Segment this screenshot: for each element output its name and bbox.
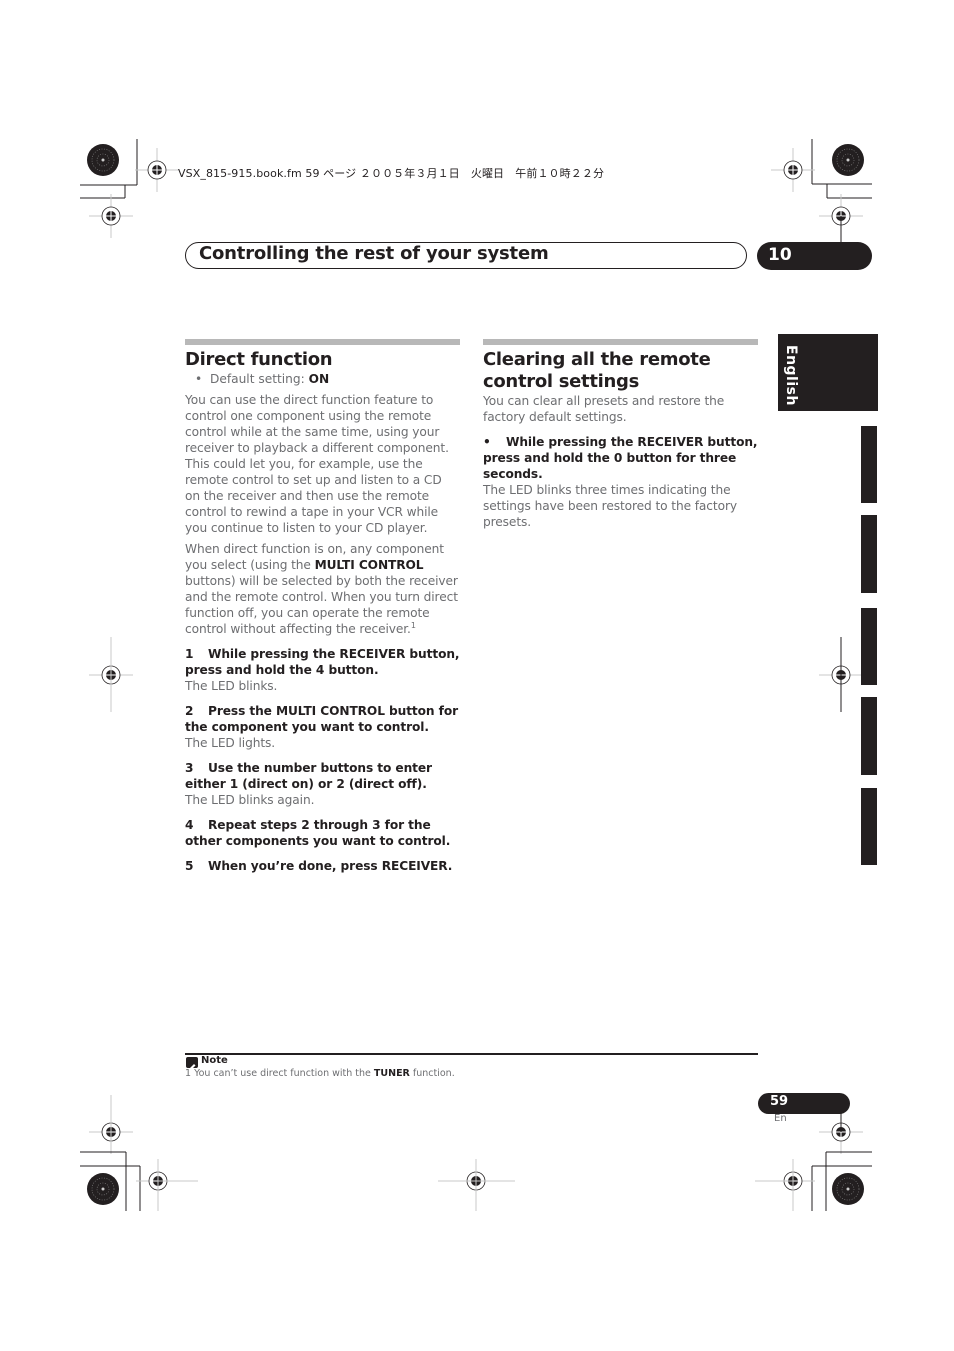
starburst-mark-bottom-left	[86, 1172, 120, 1206]
footnote-text: function.	[409, 1068, 455, 1079]
thumb-tab	[861, 788, 877, 865]
starburst-mark-bottom-right	[831, 1172, 865, 1206]
footnote-text: You can’t use direct function with the	[191, 1068, 374, 1079]
step: 2 Press the MULTI CONTROL button for the …	[185, 703, 460, 751]
step-result: The LED blinks.	[185, 679, 278, 693]
step-text: Repeat steps 2 through 3 for the other c…	[185, 818, 451, 848]
footnote-ref[interactable]: 1	[411, 621, 416, 630]
printer-marks	[80, 139, 872, 1211]
step: • While pressing the RECEIVER button, pre…	[483, 434, 758, 482]
step: 4 Repeat steps 2 through 3 for the other …	[185, 817, 460, 849]
intro-paragraph: You can clear all presets and restore th…	[483, 394, 725, 424]
starburst-mark-top-left	[86, 143, 120, 177]
proof-header: VSX_815-915.book.fm 59 ページ ２００５年３月１日 火曜日…	[178, 167, 605, 180]
thumb-tab	[861, 697, 877, 775]
footnote: 1 You can’t use direct function with the…	[185, 1068, 455, 1079]
footnote-bold: TUNER	[373, 1068, 410, 1079]
step-number: 1	[185, 647, 194, 661]
step-result: The LED blinks three times indicating th…	[483, 483, 737, 529]
thumb-tab	[861, 608, 877, 685]
step-bullet: •	[483, 435, 491, 449]
step-number: 4	[185, 818, 194, 832]
thumb-tab	[861, 515, 877, 593]
text: buttons) will be selected by both the re…	[185, 574, 458, 636]
page-language: En	[774, 1113, 787, 1124]
step-number: 3	[185, 761, 194, 775]
step: 5 When you’re done, press RECEIVER.	[185, 858, 460, 874]
section-heading: Direct function	[185, 349, 333, 370]
registration-mark	[88, 193, 134, 239]
language-tab-label: English	[783, 345, 799, 406]
starburst-mark-top-right	[831, 143, 865, 177]
default-setting-value: ON	[308, 372, 330, 386]
section-clearing-remote-settings: Clearing all the remote control settings…	[483, 339, 758, 530]
step-result: The LED lights.	[185, 736, 276, 750]
step-text: While pressing the RECEIVER button, pres…	[483, 435, 758, 481]
default-setting: • Default setting: ON	[195, 372, 330, 386]
step-result: The LED blinks again.	[185, 793, 315, 807]
registration-mark	[770, 147, 816, 193]
note-pencil-icon	[186, 1057, 198, 1071]
step-text: While pressing the RECEIVER button, pres…	[185, 647, 460, 677]
chapter-number: 10	[768, 245, 792, 265]
step: 3 Use the number buttons to enter either …	[185, 760, 460, 808]
section-direct-function: Direct function • Default setting: ON Yo…	[185, 339, 460, 874]
thumb-tab	[861, 426, 877, 503]
registration-mark	[134, 147, 180, 193]
default-setting-label: Default setting:	[209, 372, 309, 386]
page-number: 59	[770, 1094, 789, 1109]
note-label: Note	[201, 1055, 228, 1066]
section-rule	[483, 339, 758, 345]
step-number: 2	[185, 704, 194, 718]
intro-paragraph: You can use the direct function feature …	[185, 393, 449, 535]
step-text: When you’re done, press RECEIVER.	[208, 859, 453, 873]
chapter-title: Controlling the rest of your system	[199, 243, 549, 264]
button-name: MULTI CONTROL	[314, 558, 424, 572]
step: 1 While pressing the RECEIVER button, pre…	[185, 646, 460, 694]
step-text: Use the number buttons to enter either 1…	[185, 761, 432, 791]
footnote-divider	[185, 1053, 758, 1055]
section-rule	[185, 339, 460, 345]
step-text: Press the MULTI CONTROL button for the c…	[185, 704, 459, 734]
step-number: 5	[185, 859, 194, 873]
section-heading: Clearing all the remote control settings	[483, 349, 711, 392]
paragraph: When direct function is on, any componen…	[185, 541, 460, 637]
